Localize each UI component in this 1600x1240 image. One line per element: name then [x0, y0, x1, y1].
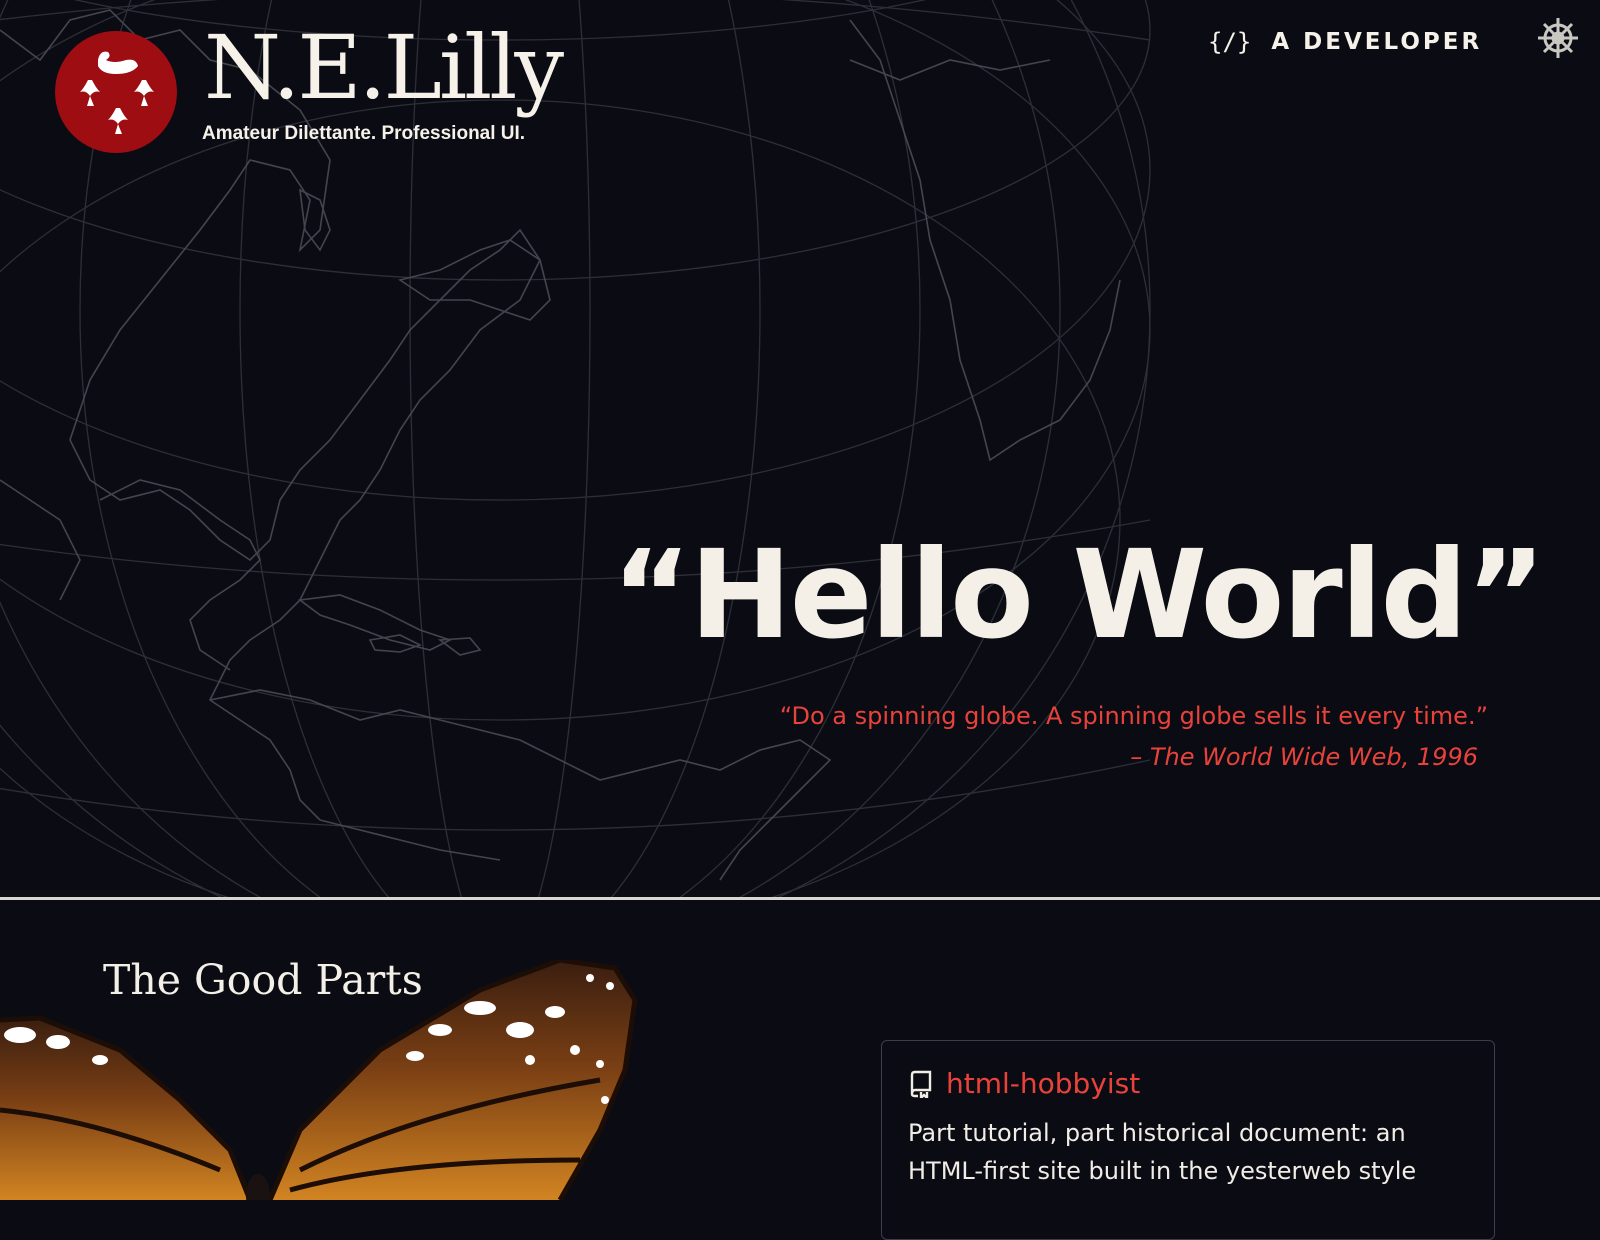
repo-link[interactable]: html-hobbyist — [946, 1067, 1140, 1100]
repo-description: Part tutorial, part historical document:… — [908, 1119, 1417, 1185]
repo-card[interactable]: html-hobbyist Part tutorial, part histor… — [881, 1040, 1495, 1240]
quote-text: “Do a spinning globe. A spinning globe s… — [779, 702, 1488, 730]
site-tagline: Amateur Dilettante. Professional UI. — [202, 123, 526, 144]
site-name[interactable]: N.E.Lilly — [204, 19, 564, 117]
repo-book-icon — [910, 1070, 932, 1098]
developer-link[interactable]: A DEVELOPER — [1271, 29, 1482, 55]
developer-nav[interactable]: {/} A DEVELOPER — [1208, 28, 1482, 56]
repo-card-header: html-hobbyist — [908, 1067, 1468, 1100]
hero-section: N.E.Lilly Amateur Dilettante. Profession… — [0, 0, 1600, 897]
section-divider — [0, 897, 1600, 900]
hero-quote: “Do a spinning globe. A spinning globe s… — [780, 696, 1488, 778]
hero-title: “Hello World” — [611, 524, 1546, 666]
code-icon: {/} — [1208, 28, 1252, 56]
section-title: The Good Parts — [103, 956, 423, 1004]
ship-wheel-icon[interactable] — [1536, 16, 1580, 60]
quote-attribution: – The World Wide Web, 1996 — [1130, 743, 1478, 771]
swan-and-lilies-crest-icon[interactable] — [54, 30, 178, 154]
